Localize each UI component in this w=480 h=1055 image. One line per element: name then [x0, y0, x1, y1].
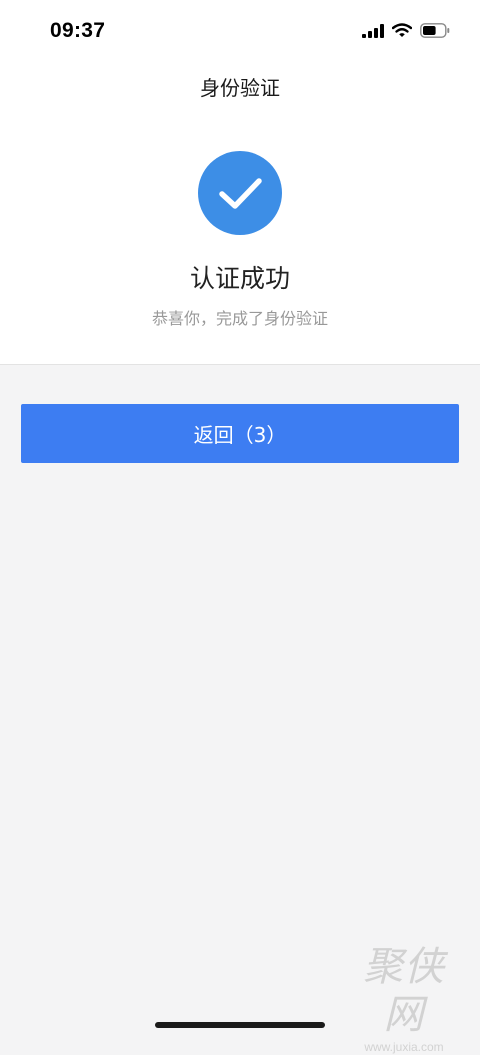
watermark-logo: 聚侠网 www.juxia.com	[344, 943, 464, 1054]
result-subtitle: 恭喜你，完成了身份验证	[151, 309, 328, 328]
watermark-logo-text: 聚侠网	[363, 944, 445, 1038]
home-indicator[interactable]	[155, 1022, 325, 1028]
status-bar: 09:37	[0, 0, 480, 60]
status-time: 09:37	[50, 19, 106, 42]
result-panel: 认证成功 恭喜你，完成了身份验证	[0, 112, 480, 365]
cellular-signal-icon	[362, 23, 384, 42]
result-title: 认证成功	[189, 264, 290, 293]
back-button[interactable]: 返回（3）	[21, 404, 459, 463]
success-check-icon	[198, 151, 282, 235]
navigation-bar: 身份验证	[0, 60, 480, 112]
watermark-url: www.juxia.com	[364, 1040, 444, 1054]
page-title: 身份验证	[200, 76, 280, 100]
wifi-icon	[391, 22, 413, 42]
battery-icon	[420, 22, 450, 42]
status-icons	[362, 22, 450, 42]
back-button-label: 返回（3）	[193, 423, 287, 447]
